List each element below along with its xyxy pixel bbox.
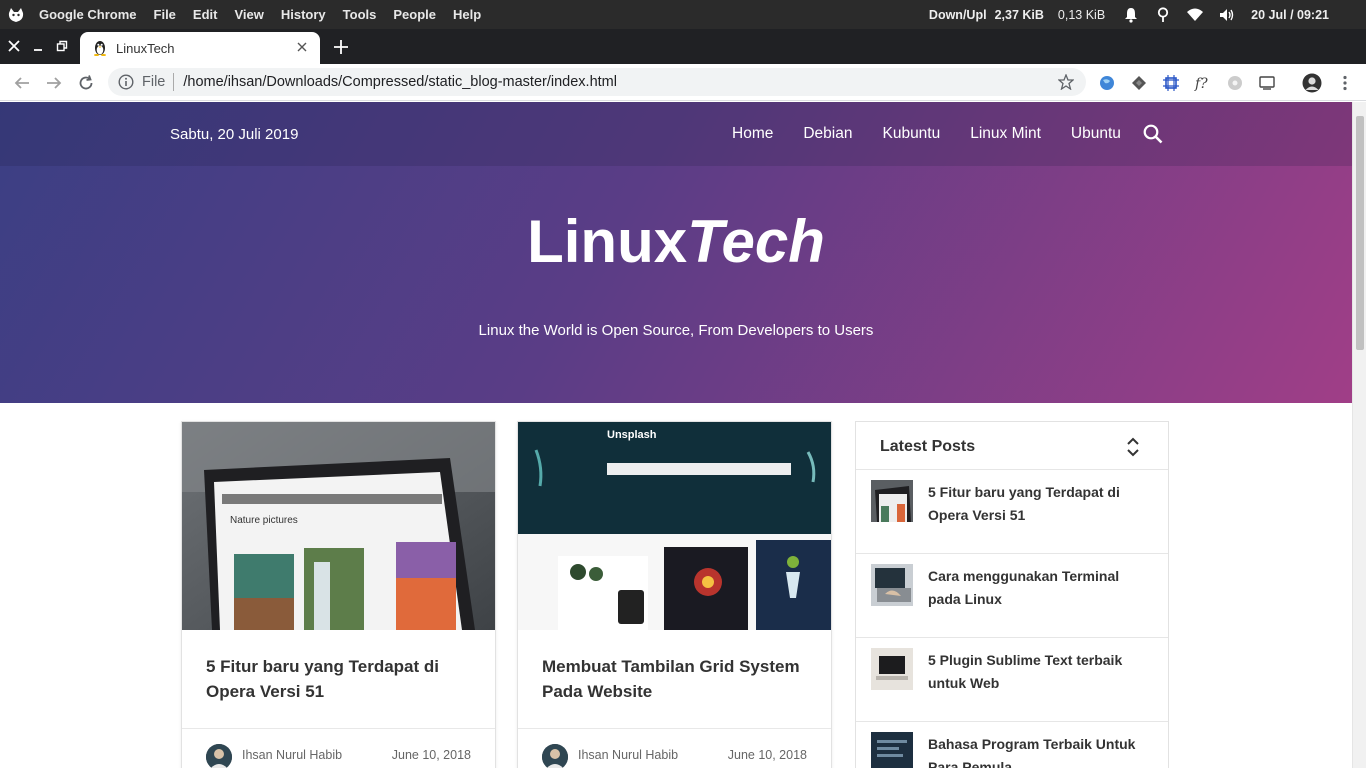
bookmark-star-icon[interactable] — [1057, 73, 1075, 91]
scrollbar-thumb[interactable] — [1356, 116, 1364, 350]
nav-debian[interactable]: Debian — [803, 125, 852, 143]
latest-post-title[interactable]: 5 Fitur baru yang Terdapat di Opera Vers… — [928, 481, 1153, 527]
author-avatar — [206, 744, 232, 768]
tux-favicon-icon — [92, 40, 108, 56]
latest-post-item[interactable]: 5 Fitur baru yang Terdapat di Opera Vers… — [856, 470, 1168, 554]
post-title[interactable]: 5 Fitur baru yang Terdapat di Opera Vers… — [206, 654, 476, 704]
image-overlay-text: Nature pictures — [230, 515, 298, 526]
menu-google-chrome[interactable]: Google Chrome — [39, 7, 137, 22]
image-overlay-text: Unsplash — [607, 429, 657, 441]
reload-icon[interactable] — [76, 73, 96, 93]
more-menu-icon[interactable] — [1336, 74, 1354, 92]
menu-file[interactable]: File — [154, 7, 176, 22]
window-close-icon[interactable] — [6, 38, 22, 54]
brand-main: Linux — [527, 208, 688, 275]
window-restore-icon[interactable] — [54, 38, 70, 54]
post-image-unsplash[interactable]: Unsplash — [518, 422, 831, 630]
url-text[interactable]: /home/ihsan/Downloads/Compressed/static_… — [183, 74, 617, 90]
nav-linux-mint[interactable]: Linux Mint — [970, 125, 1041, 143]
wifi-icon[interactable] — [1187, 7, 1204, 23]
url-separator — [173, 73, 175, 91]
post-title[interactable]: Membuat Tambilan Grid System Pada Websit… — [542, 654, 812, 704]
post-thumbnail[interactable] — [871, 480, 913, 522]
function-extension-icon[interactable]: f? — [1194, 74, 1212, 92]
latest-post-title[interactable]: Bahasa Program Terbaik Untuk Para Pemula — [928, 733, 1153, 768]
volume-icon[interactable] — [1219, 7, 1235, 23]
post-card[interactable]: Unsplash Membuat Tambilan Grid System Pa… — [517, 421, 832, 768]
latest-post-item[interactable]: Cara menggunakan Terminal pada Linux — [856, 554, 1168, 638]
card-divider — [518, 728, 831, 729]
web-page: Sabtu, 20 Juli 2019 Home Debian Kubuntu … — [0, 102, 1352, 768]
location-icon[interactable] — [1155, 6, 1171, 23]
address-bar[interactable]: File /home/ihsan/Downloads/Compressed/st… — [108, 68, 1086, 96]
latest-post-item[interactable]: 5 Plugin Sublime Text terbaik untuk Web — [856, 638, 1168, 722]
latest-post-item[interactable]: Bahasa Program Terbaik Untuk Para Pemula — [856, 722, 1168, 768]
post-thumbnail[interactable] — [871, 648, 913, 690]
distro-logo-icon[interactable] — [7, 6, 25, 24]
info-icon[interactable] — [118, 74, 134, 90]
site-brand[interactable]: LinuxTech — [0, 207, 1352, 276]
post-card[interactable]: Nature pictures 5 Fitur baru yang Terdap… — [181, 421, 496, 768]
menu-history[interactable]: History — [281, 7, 326, 22]
svg-text:f?: f? — [1194, 76, 1208, 91]
back-arrow-icon[interactable] — [12, 73, 32, 93]
search-icon[interactable] — [1142, 123, 1164, 145]
menu-edit[interactable]: Edit — [193, 7, 218, 22]
site-nav: Sabtu, 20 Juli 2019 Home Debian Kubuntu … — [0, 102, 1352, 166]
latest-posts-widget: Latest Posts 5 Fitur baru yang Terdapat … — [855, 421, 1169, 768]
app-menu-bar: Google Chrome File Edit View History Too… — [39, 7, 498, 22]
nav-ubuntu[interactable]: Ubuntu — [1071, 125, 1121, 143]
post-date: June 10, 2018 — [391, 748, 471, 762]
new-tab-button[interactable] — [331, 37, 351, 57]
post-image-laptop[interactable]: Nature pictures — [182, 422, 495, 630]
post-thumbnail[interactable] — [871, 564, 913, 606]
net-speed-label: Down/Upl — [928, 7, 987, 22]
bell-icon[interactable] — [1123, 7, 1139, 23]
brand-italic: Tech — [687, 208, 825, 275]
cast-extension-icon[interactable] — [1258, 74, 1276, 92]
nav-kubuntu[interactable]: Kubuntu — [882, 125, 940, 143]
menu-people[interactable]: People — [393, 7, 436, 22]
post-author[interactable]: Ihsan Nurul Habib — [242, 748, 342, 762]
os-top-bar: Google Chrome File Edit View History Too… — [0, 0, 1366, 29]
page-scrollbar[interactable] — [1352, 102, 1366, 768]
grid-extension-icon[interactable] — [1162, 74, 1180, 92]
latest-post-title[interactable]: 5 Plugin Sublime Text terbaik untuk Web — [928, 649, 1153, 695]
menu-view[interactable]: View — [234, 7, 263, 22]
nav-links: Home Debian Kubuntu Linux Mint Ubuntu — [732, 125, 1151, 143]
post-thumbnail[interactable] — [871, 732, 913, 768]
collapse-toggle-icon[interactable] — [1126, 436, 1140, 458]
latest-post-title[interactable]: Cara menggunakan Terminal pada Linux — [928, 565, 1153, 611]
hero-header: Sabtu, 20 Juli 2019 Home Debian Kubuntu … — [0, 102, 1352, 403]
disc-extension-icon[interactable] — [1226, 74, 1244, 92]
net-up-value: 0,13 KiB — [1057, 7, 1106, 22]
nav-home[interactable]: Home — [732, 125, 773, 143]
forward-arrow-icon[interactable] — [44, 73, 64, 93]
system-tray: Down/Upl 2,37 KiB 0,13 KiB 20 Jul / 09:2… — [929, 0, 1366, 29]
tab-close-icon[interactable] — [294, 40, 310, 56]
net-down-value: 2,37 KiB — [994, 7, 1044, 22]
tab-title: LinuxTech — [116, 40, 175, 56]
site-date: Sabtu, 20 Juli 2019 — [170, 126, 299, 143]
latest-posts-title: Latest Posts — [880, 438, 976, 455]
author-avatar — [542, 744, 568, 768]
card-divider — [182, 728, 495, 729]
post-date: June 10, 2018 — [727, 748, 807, 762]
window-minimize-icon[interactable] — [30, 38, 46, 54]
browser-toolbar: File /home/ihsan/Downloads/Compressed/st… — [0, 64, 1366, 101]
profile-avatar-icon[interactable] — [1302, 73, 1322, 93]
browser-tab-strip: LinuxTech — [0, 29, 1366, 64]
menu-tools[interactable]: Tools — [343, 7, 377, 22]
layers-extension-icon[interactable] — [1130, 74, 1148, 92]
url-scheme: File — [142, 74, 166, 90]
post-author[interactable]: Ihsan Nurul Habib — [578, 748, 678, 762]
menu-help[interactable]: Help — [453, 7, 481, 22]
globe-extension-icon[interactable] — [1098, 74, 1116, 92]
site-tagline: Linux the World is Open Source, From Dev… — [478, 322, 874, 339]
latest-posts-header[interactable]: Latest Posts — [856, 422, 1168, 470]
tab-linuxtech[interactable]: LinuxTech — [80, 32, 320, 64]
clock[interactable]: 20 Jul / 09:21 — [1251, 8, 1329, 22]
